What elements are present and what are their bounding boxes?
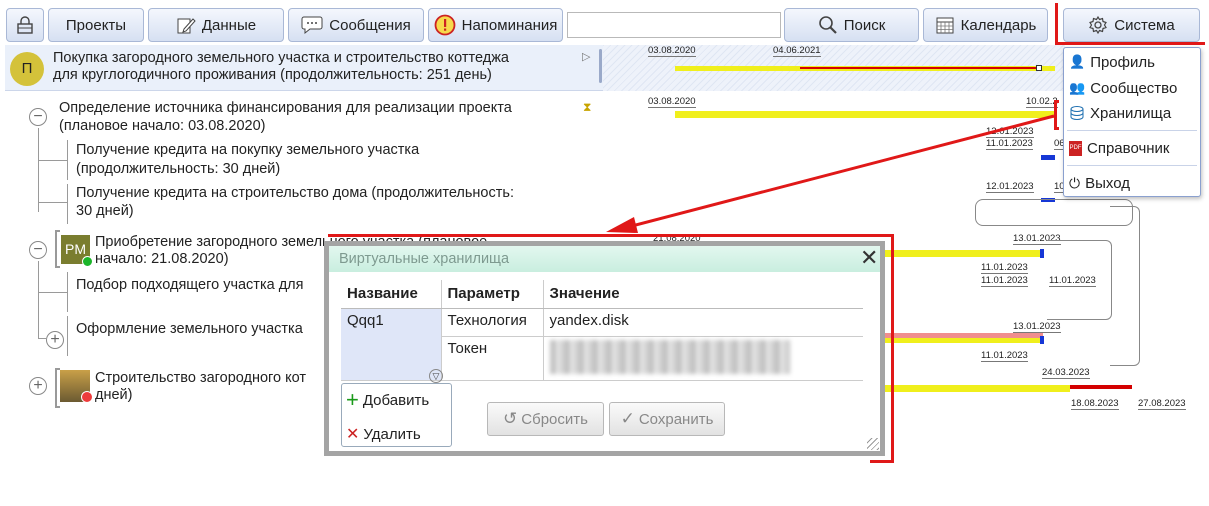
- checkmark-icon: ✓: [620, 409, 635, 428]
- reset-label: Сбросить: [521, 410, 588, 428]
- param-cell: Токен: [440, 336, 543, 381]
- row-name[interactable]: Qqq1: [341, 308, 441, 381]
- close-icon[interactable]: ✕: [860, 247, 878, 269]
- storage-dialog: Виртуальные хранилища ✕ Название Парамет…: [324, 241, 885, 456]
- param-cell: Технология: [440, 308, 543, 337]
- save-button[interactable]: ✓ Сохранить: [609, 402, 725, 436]
- token-value-blurred[interactable]: [542, 336, 863, 381]
- dialog-title: Виртуальные хранилища: [329, 246, 880, 272]
- resize-grip-icon[interactable]: [867, 438, 879, 450]
- save-label: Сохранить: [638, 410, 714, 428]
- col-name: Название: [341, 280, 441, 309]
- delete-label: Удалить: [363, 425, 421, 443]
- dialog-highlight-bottom: [870, 460, 894, 463]
- col-param: Параметр: [440, 280, 543, 309]
- table-row[interactable]: Qqq1 Технология yandex.disk: [341, 308, 863, 381]
- value-cell[interactable]: yandex.disk: [542, 308, 863, 337]
- col-value: Значение: [542, 280, 863, 309]
- add-button[interactable]: + Добавить: [346, 388, 429, 412]
- storage-table: Название Параметр Значение Qqq1 Технолог…: [341, 280, 863, 381]
- undo-icon: ↺: [503, 409, 518, 428]
- chevron-down-icon[interactable]: ▽: [429, 369, 443, 383]
- cross-icon: ✕: [346, 426, 360, 443]
- row-actions-menu: + Добавить ✕ Удалить: [341, 383, 452, 447]
- reset-button[interactable]: ↺ Сбросить: [487, 402, 604, 436]
- add-label: Добавить: [362, 391, 430, 409]
- plus-icon: +: [346, 387, 359, 412]
- delete-button[interactable]: ✕ Удалить: [346, 422, 421, 446]
